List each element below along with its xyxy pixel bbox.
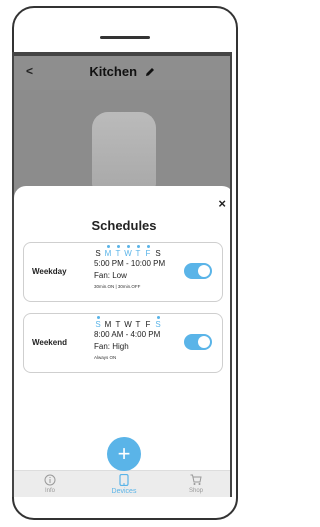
schedule-fan: Fan: Low bbox=[94, 271, 127, 280]
nav-label: Shop bbox=[188, 488, 203, 494]
schedule-time: 8:00 AM - 4:00 PM bbox=[94, 330, 161, 339]
day-friday: F bbox=[145, 245, 153, 258]
day-saturday: S bbox=[155, 249, 163, 258]
schedule-name: Weekend bbox=[32, 338, 67, 347]
schedule-days: SMTWTFS bbox=[94, 316, 164, 329]
nav-label: Info bbox=[44, 488, 55, 494]
schedule-days: SMTWTFS bbox=[94, 245, 164, 258]
day-thursday: T bbox=[135, 320, 143, 329]
schedule-toggle[interactable] bbox=[184, 263, 212, 279]
schedule-card-weekend[interactable]: Weekend SMTWTFS 8:00 AM - 4:00 PM Fan: H… bbox=[23, 313, 223, 373]
schedule-note: Always ON bbox=[94, 355, 117, 360]
day-wednesday: W bbox=[124, 320, 134, 329]
screen-content: < Kitchen × Schedules Weekday SMTWTFS 5:… bbox=[12, 52, 232, 497]
top-bar: < Kitchen bbox=[14, 56, 230, 90]
day-saturday: S bbox=[155, 316, 163, 329]
day-monday: M bbox=[104, 320, 114, 329]
page-title: Kitchen bbox=[14, 64, 230, 80]
schedule-card-weekday[interactable]: Weekday SMTWTFS 5:00 PM - 10:00 PM Fan: … bbox=[23, 242, 223, 302]
day-wednesday: W bbox=[124, 245, 134, 258]
close-button[interactable]: × bbox=[218, 196, 226, 211]
schedule-note: 30min.ON | 30min.OFF bbox=[94, 284, 141, 289]
day-thursday: T bbox=[135, 245, 143, 258]
schedule-name: Weekday bbox=[32, 267, 67, 276]
nav-label: Devices bbox=[111, 488, 137, 495]
day-sunday: S bbox=[95, 249, 103, 258]
day-tuesday: T bbox=[115, 320, 123, 329]
page-title-text: Kitchen bbox=[89, 64, 138, 79]
day-tuesday: T bbox=[115, 245, 123, 258]
bottom-nav: Info Devices Shop bbox=[14, 470, 230, 497]
schedule-fan: Fan: High bbox=[94, 342, 129, 351]
nav-item-devices[interactable]: Devices bbox=[94, 473, 154, 495]
sheet-title: Schedules bbox=[91, 218, 157, 233]
app-screen: < Kitchen × Schedules Weekday SMTWTFS 5:… bbox=[12, 52, 240, 497]
day-sunday: S bbox=[95, 316, 103, 329]
edit-pencil-icon[interactable] bbox=[145, 65, 155, 80]
info-icon bbox=[20, 474, 80, 486]
schedules-sheet: × Schedules Weekday SMTWTFS 5:00 PM - 10… bbox=[14, 186, 230, 497]
nav-item-shop[interactable]: Shop bbox=[166, 474, 226, 494]
day-monday: M bbox=[104, 245, 114, 258]
phone-icon bbox=[94, 473, 154, 487]
schedule-toggle[interactable] bbox=[184, 334, 212, 350]
schedule-time: 5:00 PM - 10:00 PM bbox=[94, 259, 166, 268]
nav-item-info[interactable]: Info bbox=[20, 474, 80, 494]
device-image bbox=[92, 112, 156, 188]
cart-icon bbox=[166, 474, 226, 486]
add-schedule-button[interactable]: + bbox=[107, 437, 141, 471]
phone-speaker bbox=[100, 36, 150, 39]
day-friday: F bbox=[145, 320, 153, 329]
